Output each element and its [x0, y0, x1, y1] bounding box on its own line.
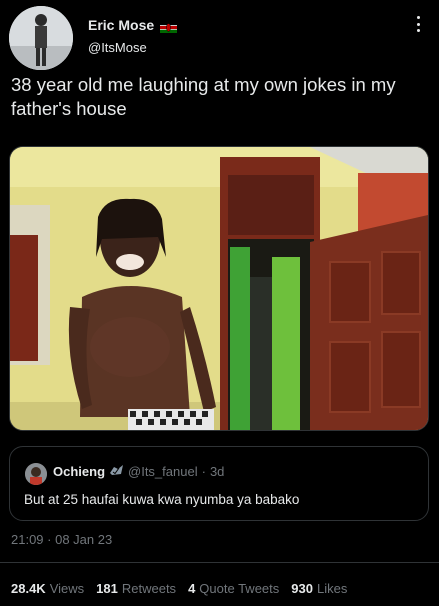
tweet-header: Eric Mose @ItsMose: [0, 0, 439, 70]
retweets-label: Retweets: [121, 581, 177, 596]
author-avatar[interactable]: [9, 6, 73, 70]
verified-badge-icon: [109, 464, 124, 479]
quote-tweets-label: Quote Tweets: [199, 581, 280, 596]
divider: [0, 562, 439, 563]
retweets-stat[interactable]: 181 Retweets: [96, 581, 176, 596]
likes-label: Likes: [316, 581, 348, 596]
quote-age[interactable]: 3d: [210, 464, 224, 479]
kenya-flag-icon: [160, 20, 178, 33]
tweet-timestamp[interactable]: 21:09 · 08 Jan 23: [11, 532, 112, 547]
retweets-count: 181: [96, 581, 118, 596]
quote-tweet-card[interactable]: Ochieng @Its_fanuel · 3d But at 25 haufa…: [9, 446, 429, 521]
more-options-icon[interactable]: [413, 14, 423, 34]
author-handle[interactable]: @ItsMose: [88, 40, 147, 55]
views-count: 28.4K: [11, 581, 46, 596]
quote-tweets-stat[interactable]: 4 Quote Tweets: [188, 581, 279, 596]
quote-author-avatar[interactable]: [25, 463, 47, 485]
quote-author-handle[interactable]: @Its_fanuel: [128, 464, 198, 479]
quote-separator: ·: [201, 464, 206, 479]
quote-tweet-text: But at 25 haufai kuwa kwa nyumba ya baba…: [24, 492, 300, 507]
tweet-media-photo[interactable]: [9, 146, 429, 431]
views-label: Views: [49, 581, 85, 596]
quote-author-name[interactable]: Ochieng: [53, 464, 105, 479]
author-display-name[interactable]: Eric Mose: [88, 17, 154, 33]
tweet-stats: 28.4K Views 181 Retweets 4 Quote Tweets 930…: [11, 581, 347, 596]
quote-tweets-count: 4: [188, 581, 196, 596]
likes-stat[interactable]: 930 Likes: [291, 581, 347, 596]
views-stat[interactable]: 28.4K Views: [11, 581, 84, 596]
likes-count: 930: [291, 581, 313, 596]
tweet-text: 38 year old me laughing at my own jokes …: [11, 74, 396, 119]
